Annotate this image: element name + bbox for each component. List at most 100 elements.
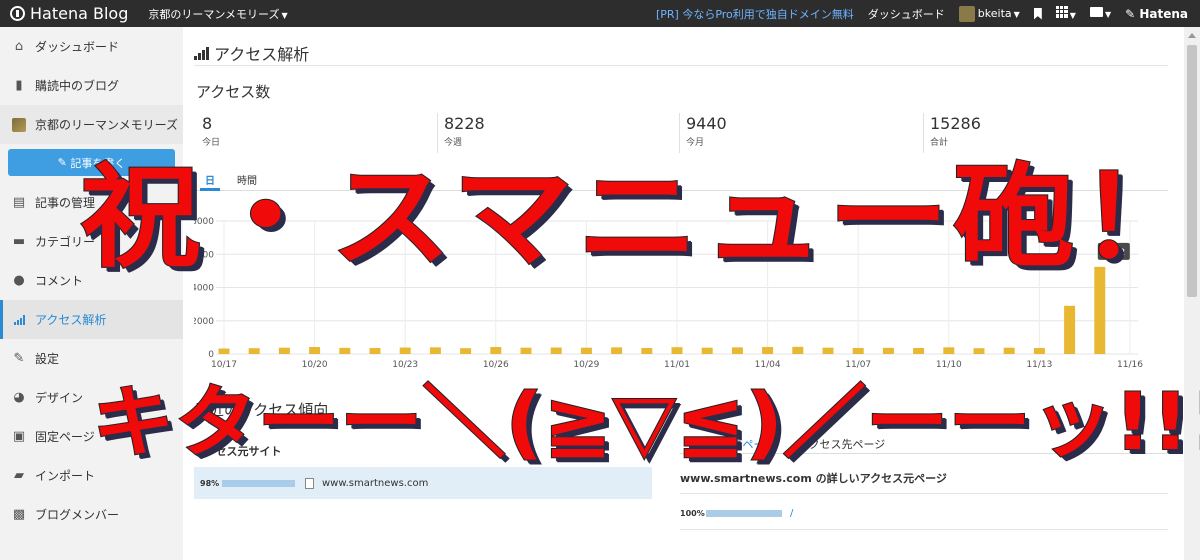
- user-menu[interactable]: bkeita ▼: [958, 5, 1020, 22]
- stat-value: 8228: [444, 114, 485, 133]
- stat-label: 合計: [930, 138, 949, 148]
- sidebar-item-blog[interactable]: 京都のリーマンメモリーズ: [0, 105, 183, 144]
- main-content: アクセス解析 アクセス数 8 今日 8228 今週 9440 今月 15286 合計 日…: [194, 27, 1170, 560]
- pr-link[interactable]: [PR] 今ならPro利用で独自ドメイン無料: [656, 6, 854, 22]
- palette-icon: ◕: [13, 390, 25, 405]
- scrollbar[interactable]: [1184, 27, 1200, 560]
- edit-icon: ✎: [57, 156, 71, 169]
- sidebar-item-label: 固定ページ: [35, 430, 95, 444]
- file-icon: [305, 477, 314, 489]
- page-title: アクセス解析: [194, 41, 309, 65]
- caret-down-icon: ▼: [1013, 9, 1020, 19]
- folder-icon: ▬: [12, 234, 26, 249]
- chart-bar: [822, 347, 834, 354]
- hatena-blog-logo[interactable]: Hatena Blog: [10, 4, 128, 23]
- detail-path-link[interactable]: /: [790, 508, 793, 519]
- stat-today: 8 今日: [194, 113, 220, 153]
- stat-month: 9440 今月: [679, 113, 727, 153]
- overlay-caption-bottom: キターー＼(≧▽≦)／ーーッ!!!: [91, 378, 1200, 468]
- blog-thumbnail: [12, 117, 26, 132]
- chart-bar: [913, 348, 925, 354]
- x-tick-label: 10/17: [211, 360, 237, 370]
- chart-bar: [490, 347, 502, 354]
- stat-total: 15286 合計: [923, 113, 981, 153]
- sidebar-item-label: 京都のリーマンメモリーズ: [35, 118, 179, 132]
- comment-icon: ●: [13, 273, 25, 288]
- x-tick-label: 11/01: [664, 360, 690, 370]
- stat-value: 8: [202, 114, 213, 133]
- sidebar-item-access-analysis[interactable]: アクセス解析: [0, 300, 183, 339]
- sidebar-item-label: コメント: [35, 274, 84, 288]
- hatena-logo-icon: [10, 6, 25, 21]
- source-percent: 98%: [200, 478, 220, 488]
- chart-bar: [973, 348, 985, 354]
- dashboard-link[interactable]: ダッシュボード: [868, 6, 945, 22]
- grid-icon: [1055, 6, 1068, 18]
- x-tick-label: 10/29: [573, 360, 599, 370]
- chart-bar: [460, 348, 472, 354]
- chart-bar: [218, 348, 230, 354]
- blog-switcher-label: 京都のリーマンメモリーズ: [148, 7, 280, 21]
- chart-bar: [309, 347, 321, 354]
- x-tick-label: 11/13: [1026, 360, 1052, 370]
- chart-bar: [1033, 348, 1045, 354]
- sidebar-item-label: ダッシュボード: [35, 40, 120, 54]
- stat-label: 今週: [444, 138, 463, 148]
- chart-bar: [792, 346, 804, 354]
- bookmark-icon: ▮: [15, 78, 23, 93]
- detail-row[interactable]: 100% /: [680, 501, 1168, 525]
- sidebar-item-label: ブログメンバー: [35, 508, 120, 522]
- stat-label: 今日: [202, 138, 221, 148]
- sidebar-item-label: アクセス解析: [35, 313, 107, 327]
- caret-down-icon: ▼: [281, 10, 288, 20]
- x-tick-label: 10/26: [483, 360, 509, 370]
- chart-bar: [580, 347, 592, 354]
- apps-menu[interactable]: ▼: [1055, 6, 1076, 21]
- hatena-brand-link[interactable]: ✎ Hatena: [1125, 7, 1188, 21]
- sidebar-item-members[interactable]: ▩ ブログメンバー: [0, 495, 183, 534]
- user-avatar: [958, 5, 975, 22]
- user-name: bkeita: [977, 6, 1012, 20]
- chart-bar: [882, 347, 894, 354]
- truck-icon: ▰: [14, 468, 24, 483]
- chart-bar: [852, 348, 864, 354]
- member-icon: ▩: [12, 507, 26, 522]
- sidebar-item-label: 購読中のブログ: [35, 79, 120, 93]
- x-tick-label: 10/23: [392, 360, 418, 370]
- divider: [194, 65, 1168, 66]
- caret-down-icon: ▼: [1104, 10, 1112, 19]
- detail-percent: 100%: [680, 508, 705, 518]
- chart-bar: [399, 347, 411, 354]
- stat-value: 9440: [686, 114, 727, 133]
- blog-switcher[interactable]: 京都のリーマンメモリーズ ▼: [148, 6, 287, 22]
- divider: [680, 493, 1168, 494]
- detail-percent-bar: [706, 509, 782, 517]
- sidebar: ⌂ ダッシュボード ▮ 購読中のブログ 京都のリーマンメモリーズ ✎ 記事を書く ▤…: [0, 27, 183, 560]
- chart-bar: [671, 347, 683, 354]
- source-site-row[interactable]: 98% www.smartnews.com: [194, 467, 652, 499]
- caret-down-icon: ▼: [1069, 11, 1076, 20]
- chart-bar: [701, 347, 713, 354]
- stat-week: 8228 今週: [437, 113, 485, 153]
- sidebar-item-subscriptions[interactable]: ▮ 購読中のブログ: [0, 66, 183, 105]
- notifications-menu[interactable]: ▼: [1089, 7, 1112, 20]
- sidebar-item-dashboard[interactable]: ⌂ ダッシュボード: [0, 27, 183, 66]
- wrench-icon: ✎: [13, 351, 25, 366]
- chart-bar: [278, 347, 290, 354]
- bar-chart-icon: [194, 46, 209, 60]
- x-tick-label: 11/07: [845, 360, 871, 370]
- bookmark-icon[interactable]: [1033, 7, 1042, 20]
- y-tick-label: 2000: [194, 317, 214, 327]
- chart-bar: [762, 347, 774, 354]
- detail-title: www.smartnews.com の詳しいアクセス元ページ: [680, 472, 947, 485]
- chart-bar: [641, 348, 653, 354]
- y-tick-label: 4000: [194, 284, 214, 294]
- chart-bar: [1064, 305, 1076, 354]
- scroll-up-arrow-icon[interactable]: [1188, 33, 1196, 38]
- top-bar: Hatena Blog 京都のリーマンメモリーズ ▼ [PR] 今ならPro利用で…: [0, 0, 1200, 27]
- chart-bar: [429, 347, 441, 354]
- sidebar-item-settings[interactable]: ✎ 設定: [0, 339, 183, 378]
- x-tick-label: 11/04: [755, 360, 781, 370]
- x-tick-label: 11/10: [936, 360, 962, 370]
- chart-bar: [550, 347, 562, 354]
